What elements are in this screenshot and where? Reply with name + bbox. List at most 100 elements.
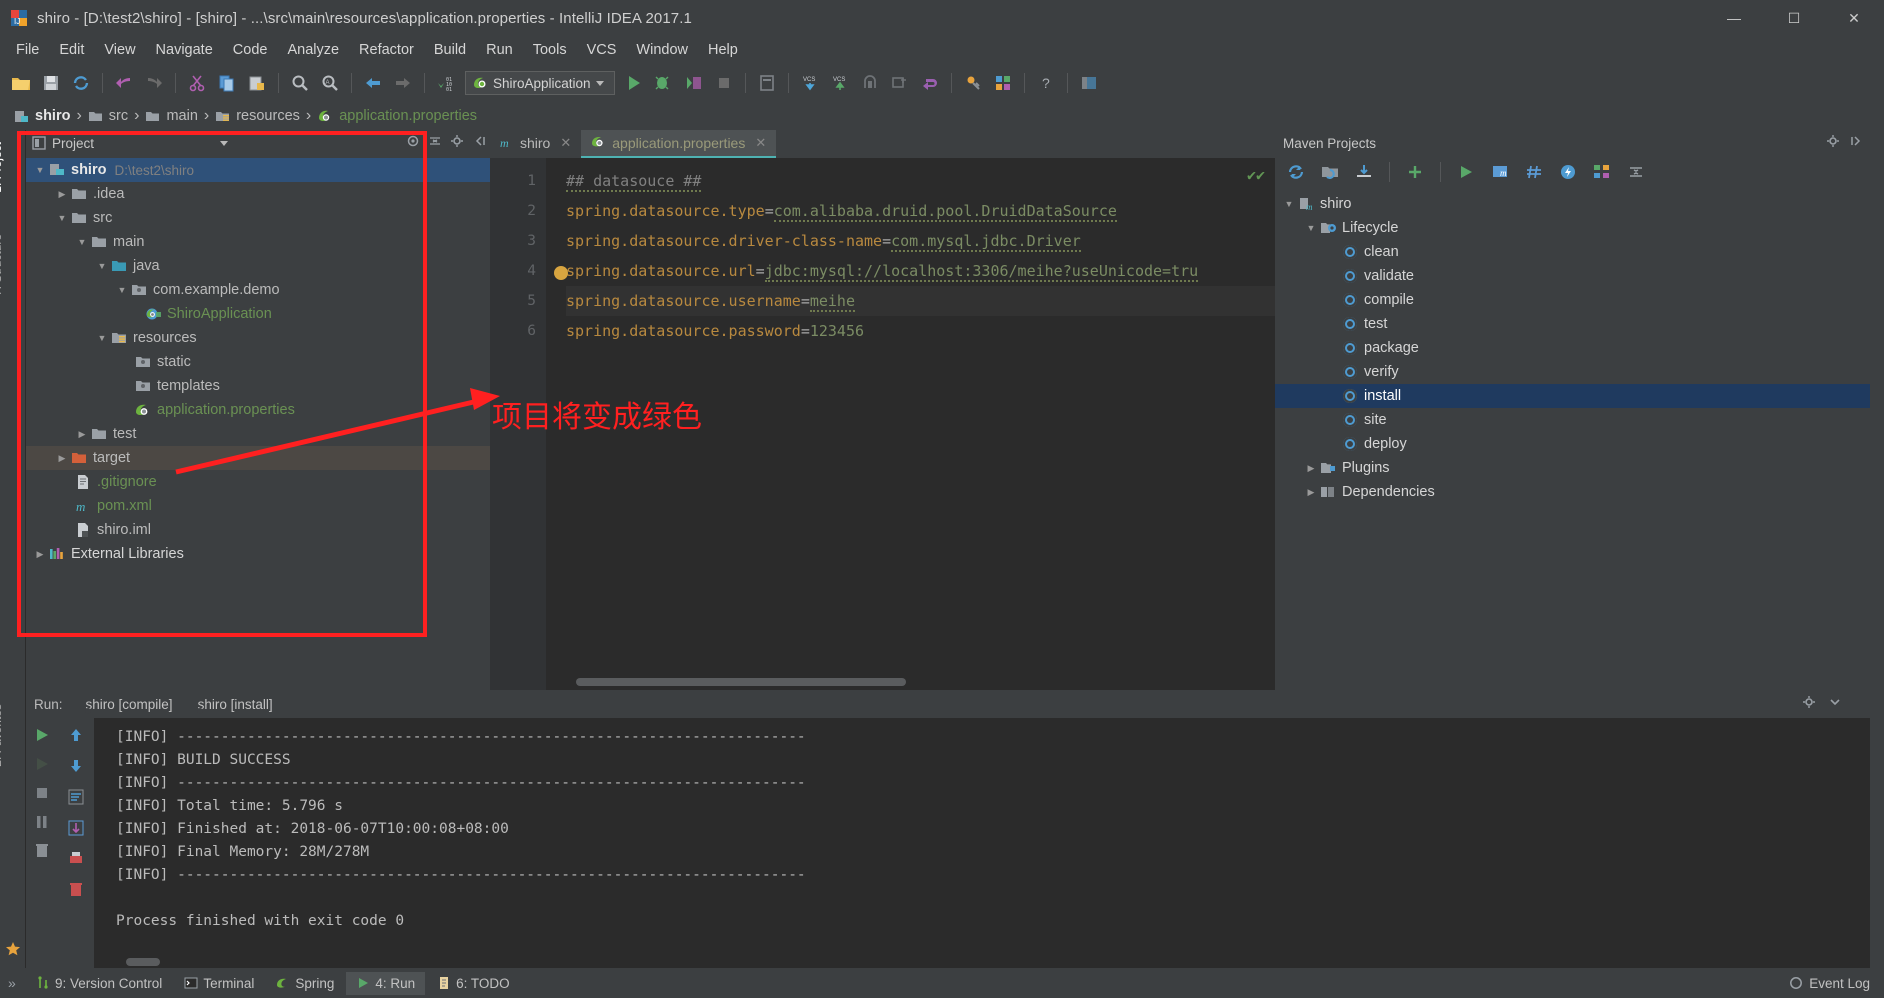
rerun-icon[interactable] bbox=[33, 726, 51, 749]
maven-goal-compile[interactable]: compile bbox=[1275, 288, 1870, 312]
tree-twisty[interactable]: ▼ bbox=[94, 261, 110, 271]
tree-item-shiroapplication[interactable]: ShiroApplication bbox=[26, 302, 490, 326]
breadcrumb-item-main[interactable]: main bbox=[141, 108, 201, 124]
tree-item-idea[interactable]: ▶ .idea bbox=[26, 182, 490, 206]
hide-icon[interactable] bbox=[472, 134, 486, 153]
tree-twisty[interactable]: ▼ bbox=[1303, 223, 1319, 233]
show-diagram-icon[interactable] bbox=[1587, 157, 1617, 187]
tree-twisty[interactable]: ▼ bbox=[114, 285, 130, 295]
expand-status-icon[interactable]: » bbox=[8, 975, 16, 991]
menu-code[interactable]: Code bbox=[223, 39, 278, 61]
tree-item-java[interactable]: ▼ java bbox=[26, 254, 490, 278]
tree-item-pom-xml[interactable]: m pom.xml bbox=[26, 494, 490, 518]
editor-horizontal-scrollbar[interactable] bbox=[576, 678, 906, 686]
settings-icon[interactable] bbox=[450, 134, 464, 153]
status-item-version-control[interactable]: 9: Version Control bbox=[26, 972, 172, 995]
inspection-status-icon[interactable]: ✔✔ bbox=[1247, 166, 1265, 184]
lightbulb-icon[interactable] bbox=[554, 266, 568, 280]
collapse-all-icon[interactable] bbox=[428, 134, 442, 153]
run-console-output[interactable]: [INFO] ---------------------------------… bbox=[94, 718, 1870, 968]
menu-navigate[interactable]: Navigate bbox=[146, 39, 223, 61]
menu-vcs[interactable]: VCS bbox=[577, 39, 627, 61]
settings-icon[interactable] bbox=[1802, 695, 1816, 714]
run-configuration-selector[interactable]: ShiroApplication bbox=[465, 71, 615, 95]
status-item-run[interactable]: 4: Run bbox=[346, 971, 426, 995]
tree-twisty[interactable]: ▶ bbox=[32, 549, 48, 560]
add-maven-project-icon[interactable] bbox=[1400, 157, 1430, 187]
close-icon[interactable]: ✕ bbox=[560, 135, 571, 151]
vcs-commit-icon[interactable]: VCS bbox=[825, 68, 855, 98]
menu-run[interactable]: Run bbox=[476, 39, 523, 61]
chevron-down-icon[interactable] bbox=[595, 80, 604, 86]
help-icon[interactable]: ? bbox=[1031, 68, 1061, 98]
redo-icon[interactable] bbox=[139, 68, 169, 98]
tree-twisty[interactable]: ▶ bbox=[54, 189, 70, 200]
forward-icon[interactable] bbox=[388, 68, 418, 98]
status-item-terminal[interactable]: Terminal bbox=[174, 972, 264, 995]
rail-item-project[interactable]: 1: Project bbox=[0, 138, 4, 197]
tree-item-main[interactable]: ▼ main bbox=[26, 230, 490, 254]
vcs-update-icon[interactable]: VCS bbox=[795, 68, 825, 98]
settings-icon[interactable] bbox=[958, 68, 988, 98]
tree-twisty[interactable]: ▶ bbox=[74, 429, 90, 440]
trash-icon[interactable] bbox=[33, 842, 51, 865]
run-tab-install[interactable]: shiro [install] bbox=[185, 695, 281, 714]
run-coverage-icon[interactable] bbox=[679, 68, 709, 98]
stop-icon[interactable] bbox=[33, 784, 51, 807]
maven-item-shiro[interactable]: ▼ m shiro bbox=[1275, 192, 1870, 216]
paste-icon[interactable] bbox=[242, 68, 272, 98]
down-arrow-icon[interactable] bbox=[67, 757, 85, 780]
clear-all-icon[interactable] bbox=[67, 881, 85, 904]
breadcrumb-item-src[interactable]: src bbox=[84, 108, 132, 124]
tree-item-target[interactable]: ▶ target bbox=[26, 446, 490, 470]
toggle-offline-icon[interactable] bbox=[1553, 157, 1583, 187]
menu-window[interactable]: Window bbox=[626, 39, 698, 61]
status-item-todo[interactable]: 6: TODO bbox=[427, 972, 520, 995]
compile-icon[interactable]: 01 10 01 bbox=[431, 68, 461, 98]
tree-item-gitignore[interactable]: .gitignore bbox=[26, 470, 490, 494]
maven-goal-test[interactable]: test bbox=[1275, 312, 1870, 336]
tree-twisty[interactable]: ▼ bbox=[1281, 199, 1297, 209]
rail-item-structure[interactable]: 7: Structure bbox=[0, 230, 4, 300]
tree-item-src[interactable]: ▼ src bbox=[26, 206, 490, 230]
maven-goal-validate[interactable]: validate bbox=[1275, 264, 1870, 288]
maven-goal-verify[interactable]: verify bbox=[1275, 360, 1870, 384]
tree-twisty[interactable]: ▶ bbox=[1303, 463, 1319, 474]
menu-analyze[interactable]: Analyze bbox=[277, 39, 349, 61]
menu-tools[interactable]: Tools bbox=[523, 39, 577, 61]
tree-twisty[interactable]: ▶ bbox=[54, 453, 70, 464]
chevron-down-icon[interactable] bbox=[220, 140, 229, 146]
reimport-icon[interactable] bbox=[1281, 157, 1311, 187]
close-button[interactable]: ✕ bbox=[1824, 0, 1884, 36]
menu-help[interactable]: Help bbox=[698, 39, 748, 61]
maven-goal-install[interactable]: install bbox=[1275, 384, 1870, 408]
menu-edit[interactable]: Edit bbox=[49, 39, 94, 61]
breadcrumb-item-resources[interactable]: resources bbox=[211, 108, 304, 124]
tree-twisty[interactable]: ▼ bbox=[74, 237, 90, 247]
menu-refactor[interactable]: Refactor bbox=[349, 39, 424, 61]
execute-goal-icon[interactable]: m bbox=[1485, 157, 1515, 187]
find-usages-icon[interactable]: A bbox=[315, 68, 345, 98]
minimize-button[interactable]: — bbox=[1704, 0, 1764, 36]
generate-sources-icon[interactable] bbox=[1315, 157, 1345, 187]
editor-tab-application-properties[interactable]: application.properties ✕ bbox=[581, 130, 777, 158]
project-structure-icon[interactable] bbox=[988, 68, 1018, 98]
find-icon[interactable] bbox=[285, 68, 315, 98]
menu-build[interactable]: Build bbox=[424, 39, 476, 61]
run-icon[interactable] bbox=[619, 68, 649, 98]
save-all-icon[interactable] bbox=[36, 68, 66, 98]
tree-twisty[interactable]: ▼ bbox=[94, 333, 110, 343]
settings-icon[interactable] bbox=[1826, 134, 1840, 153]
hide-icon[interactable] bbox=[1828, 695, 1842, 714]
vcs-rollback-icon[interactable] bbox=[915, 68, 945, 98]
tree-twisty[interactable]: ▼ bbox=[32, 165, 48, 175]
up-arrow-icon[interactable] bbox=[67, 726, 85, 749]
tree-item-com-example-demo[interactable]: ▼ com.example.demo bbox=[26, 278, 490, 302]
tree-item-external-libraries[interactable]: ▶ External Libraries bbox=[26, 542, 490, 566]
menu-view[interactable]: View bbox=[94, 39, 145, 61]
vcs-shelve-icon[interactable] bbox=[885, 68, 915, 98]
rail-item-favorites[interactable]: 2: Favorites bbox=[0, 700, 4, 771]
download-sources-icon[interactable] bbox=[1349, 157, 1379, 187]
maven-goal-package[interactable]: package bbox=[1275, 336, 1870, 360]
cut-icon[interactable] bbox=[182, 68, 212, 98]
